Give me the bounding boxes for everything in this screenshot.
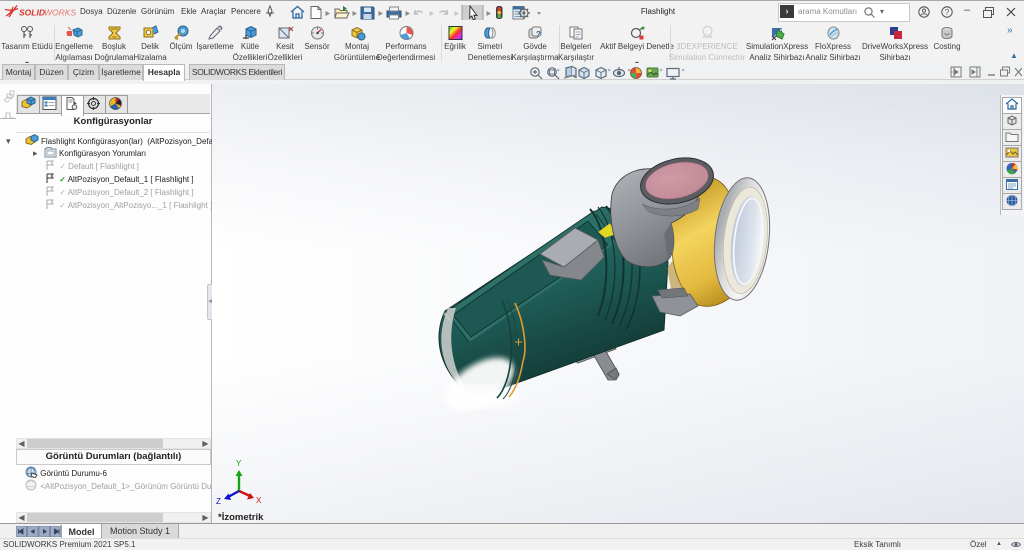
svg-text:X: X (256, 496, 262, 505)
svg-text:SOLID: SOLID (19, 8, 45, 18)
svg-text:Z: Z (216, 497, 221, 506)
svg-text:Y: Y (236, 459, 242, 468)
svg-text:?: ? (945, 8, 950, 17)
svg-text:WORKS: WORKS (44, 8, 76, 18)
